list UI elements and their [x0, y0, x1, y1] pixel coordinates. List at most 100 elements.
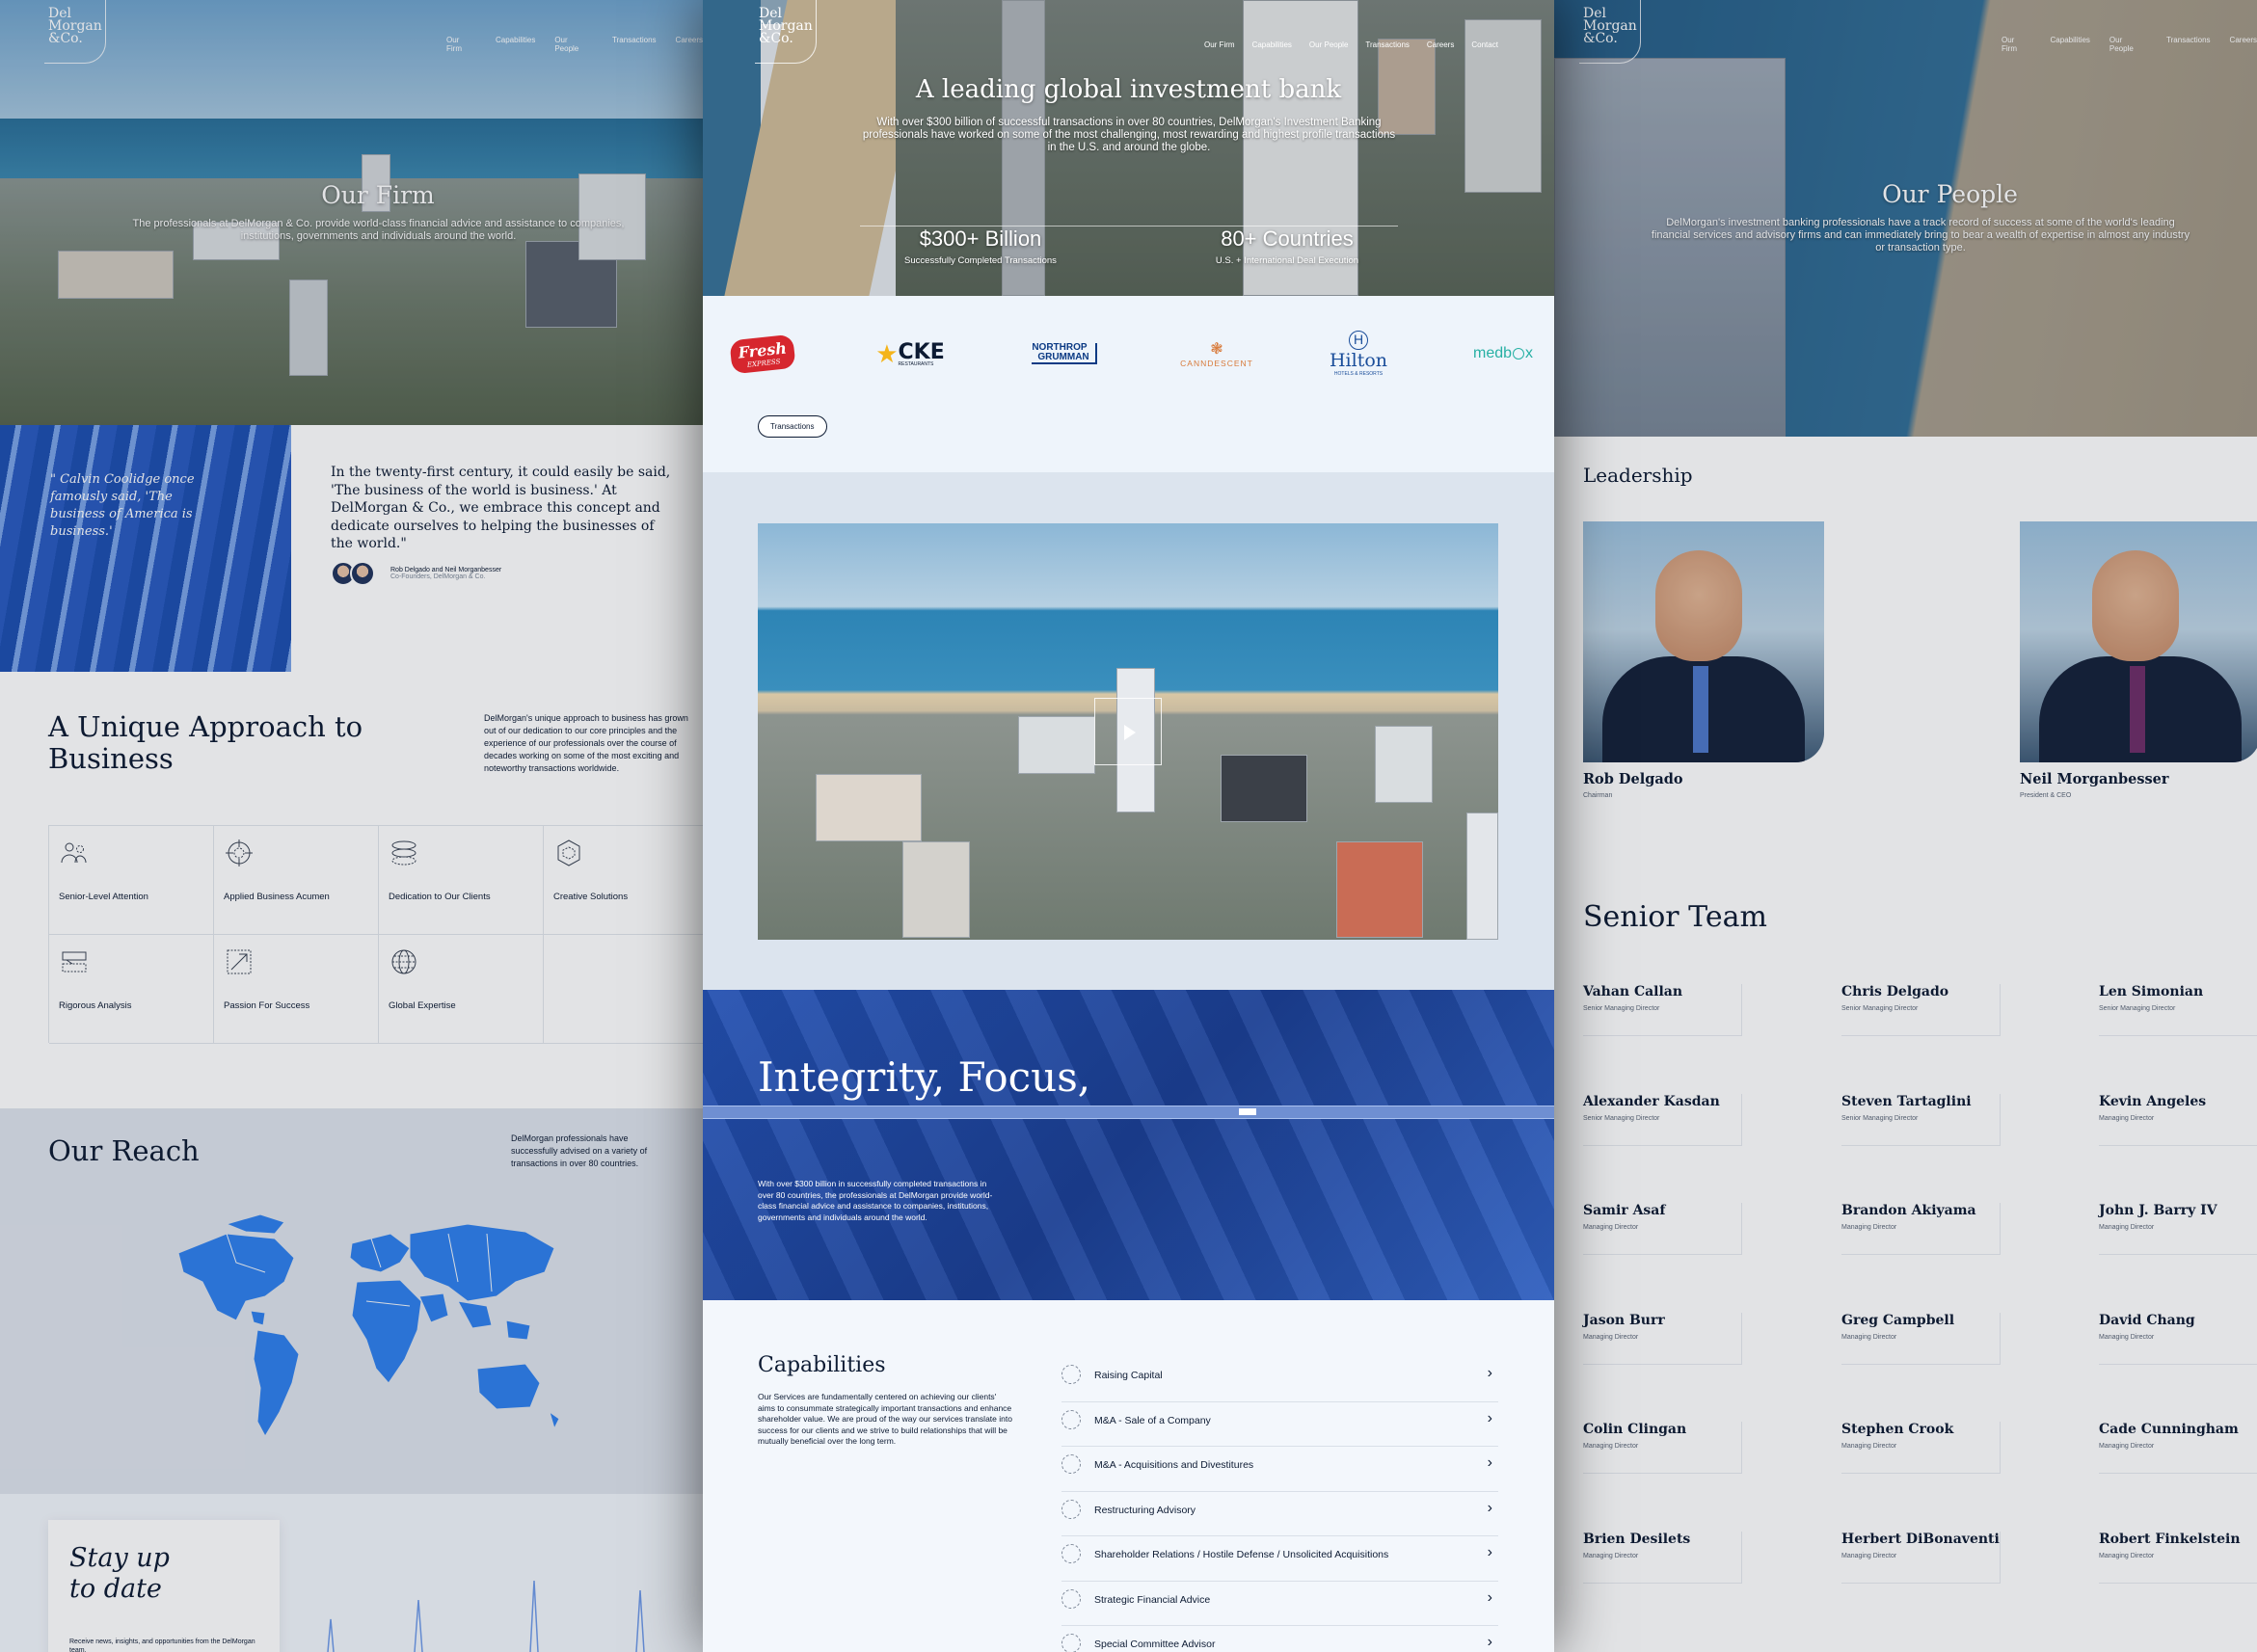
capability-special-committee[interactable]: Special Committee Advisor ›: [1061, 1626, 1498, 1652]
nav-transactions[interactable]: Transactions: [2166, 36, 2211, 53]
our-people-page: Del Morgan &Co. Our Firm Capabilities Our …: [1554, 0, 2257, 1652]
nav-our-people[interactable]: Our People: [2109, 36, 2147, 53]
team-member-name: Jason Burr: [1583, 1312, 1665, 1328]
reach-body: DelMorgan professionals have successfull…: [511, 1133, 648, 1168]
team-member-role: Managing Director: [1583, 1443, 1639, 1450]
team-member-role: Managing Director: [2099, 1443, 2155, 1450]
team-member-card[interactable]: John J. Barry IV Managing Director: [2099, 1203, 2257, 1255]
team-member-card[interactable]: Brien Desilets Managing Director: [1583, 1531, 1742, 1584]
logo[interactable]: Del Morgan &Co.: [755, 0, 817, 64]
nav-transactions[interactable]: Transactions: [1365, 40, 1410, 49]
nav-careers[interactable]: Careers: [2230, 36, 2257, 53]
team-member-card[interactable]: David Chang Managing Director: [2099, 1313, 2257, 1365]
capability-strategic-advice[interactable]: Strategic Financial Advice ›: [1061, 1582, 1498, 1626]
team-member-card[interactable]: Colin Clingan Managing Director: [1583, 1422, 1742, 1474]
team-member-card[interactable]: Steven Tartaglini Senior Managing Directo…: [1841, 1093, 2001, 1146]
video-section: [703, 472, 1554, 990]
nav-capabilities[interactable]: Capabilities: [2051, 36, 2090, 53]
feature-label: Rigorous Analysis: [59, 1000, 132, 1011]
layers-icon: [391, 840, 416, 866]
capability-icon: [1061, 1365, 1081, 1384]
capabilities-body: Our Services are fundamentally centered …: [758, 1392, 1012, 1446]
leader-role: President & CEO: [2020, 792, 2072, 799]
capability-acquisitions[interactable]: M&A - Acquisitions and Divestitures ›: [1061, 1447, 1498, 1492]
feature-label: Creative Solutions: [553, 892, 629, 902]
chevron-right-icon: ›: [1487, 1634, 1492, 1650]
team-member-card[interactable]: Samir Asaf Managing Director: [1583, 1203, 1742, 1255]
play-button[interactable]: [1094, 698, 1162, 765]
integrity-body: With over $300 billion in successfully c…: [758, 1179, 993, 1222]
logo[interactable]: Del Morgan &Co.: [1579, 0, 1641, 64]
team-member-card[interactable]: Vahan Callan Senior Managing Director: [1583, 984, 1742, 1036]
team-member-name: Cade Cunningham: [2099, 1422, 2239, 1437]
growth-icon: [227, 949, 252, 974]
main-nav: Our Firm Capabilities Our People Transac…: [1204, 40, 1498, 49]
team-member-card[interactable]: Len Simonian Senior Managing Director: [2099, 984, 2257, 1036]
nav-our-firm[interactable]: Our Firm: [1204, 40, 1235, 49]
page-title: Our Firm: [321, 181, 435, 209]
chevron-right-icon: ›: [1487, 1499, 1492, 1516]
client-logo-fresh-express: Fresh EXPRESS: [724, 325, 801, 383]
capability-raising-capital[interactable]: Raising Capital ›: [1061, 1357, 1498, 1402]
team-member-name: Len Simonian: [2099, 984, 2204, 999]
newsletter-body: Receive news, insights, and opportunitie…: [69, 1639, 255, 1652]
decorative-lines: [327, 1580, 645, 1652]
logo[interactable]: Del Morgan &Co.: [44, 0, 106, 64]
nav-our-firm[interactable]: Our Firm: [446, 36, 476, 53]
team-member-card[interactable]: Greg Campbell Managing Director: [1841, 1312, 2001, 1365]
home-page: Del Morgan &Co. Our Firm Capabilities Our …: [703, 0, 1554, 1652]
video-player[interactable]: [758, 523, 1498, 940]
team-member-name: Robert Finkelstein: [2099, 1531, 2241, 1547]
team-member-role: Senior Managing Director: [1583, 1114, 1660, 1122]
capability-icon: [1061, 1634, 1081, 1652]
client-logo-cke: ★ CKE RESTAURANTS: [875, 338, 945, 368]
team-member-role: Managing Director: [2099, 1552, 2155, 1559]
transactions-button[interactable]: Transactions: [758, 415, 827, 438]
integrity-title: Integrity, Focus,: [758, 1053, 1091, 1101]
nav-careers[interactable]: Careers: [1427, 40, 1454, 49]
feature-label: Senior-Level Attention: [59, 892, 148, 902]
chevron-right-icon: ›: [1487, 1365, 1492, 1381]
feature-empty: [544, 935, 703, 1044]
nav-contact[interactable]: Contact: [1471, 40, 1498, 49]
team-member-card[interactable]: Brandon Akiyama Managing Director: [1841, 1203, 2001, 1255]
nav-careers[interactable]: Careers: [676, 36, 703, 53]
leader-card[interactable]: Neil Morganbesser President & CEO: [2020, 521, 2257, 826]
nav-capabilities[interactable]: Capabilities: [496, 36, 535, 53]
capability-icon: [1061, 1409, 1081, 1429]
team-member-card[interactable]: Jason Burr Managing Director: [1583, 1312, 1742, 1365]
leader-photo: [2020, 521, 2257, 762]
team-member-role: Managing Director: [2099, 1333, 2155, 1341]
team-member-card[interactable]: Stephen Crook Managing Director: [1841, 1422, 2001, 1474]
team-member-card[interactable]: Kevin Angeles Managing Director: [2099, 1094, 2257, 1146]
capability-shareholder-relations[interactable]: Shareholder Relations / Hostile Defense …: [1061, 1536, 1498, 1582]
nav-transactions[interactable]: Transactions: [612, 36, 657, 53]
leader-card[interactable]: Rob Delgado Chairman: [1583, 521, 1824, 826]
page-title: A leading global investment bank: [915, 75, 1342, 104]
team-member-name: Kevin Angeles: [2099, 1093, 2207, 1109]
nav-our-firm[interactable]: Our Firm: [2002, 36, 2031, 53]
team-member-role: Managing Director: [2099, 1224, 2155, 1231]
capability-icon: [1061, 1588, 1081, 1609]
nav-capabilities[interactable]: Capabilities: [1252, 40, 1292, 49]
team-member-card[interactable]: Cade Cunningham Managing Director: [2099, 1422, 2257, 1474]
client-logos: Fresh EXPRESS ★ CKE RESTAURANTS NORTHROP G…: [703, 296, 1554, 472]
client-logo-hilton: H Hilton HOTELS & RESORTS: [1329, 331, 1388, 377]
team-member-name: Colin Clingan: [1583, 1422, 1687, 1437]
team-member-name: John J. Barry IV: [2099, 1203, 2217, 1218]
quote-body: In the twenty-first century, it could ea…: [331, 465, 671, 551]
leader-name: Neil Morganbesser: [2020, 771, 2169, 787]
team-member-card[interactable]: Herbert DiBonaventi Managing Director: [1841, 1531, 2001, 1584]
hero-subtitle: With over $300 billion of successful tra…: [862, 117, 1396, 153]
nav-our-people[interactable]: Our People: [1309, 40, 1348, 49]
team-member-name: David Chang: [2099, 1312, 2195, 1328]
client-logo-medbox: med b x: [1472, 345, 1534, 361]
team-member-name: Herbert DiBonaventi: [1841, 1531, 2000, 1547]
team-member-card[interactable]: Chris Delgado Senior Managing Director: [1841, 984, 2001, 1036]
nav-our-people[interactable]: Our People: [554, 36, 593, 53]
team-member-role: Managing Director: [2099, 1114, 2155, 1122]
capability-sale-of-company[interactable]: M&A - Sale of a Company ›: [1061, 1402, 1498, 1447]
team-member-card[interactable]: Robert Finkelstein Managing Director: [2099, 1532, 2257, 1584]
team-member-card[interactable]: Alexander Kasdan Senior Managing Director: [1583, 1093, 1742, 1146]
capability-restructuring[interactable]: Restructuring Advisory ›: [1061, 1492, 1498, 1536]
